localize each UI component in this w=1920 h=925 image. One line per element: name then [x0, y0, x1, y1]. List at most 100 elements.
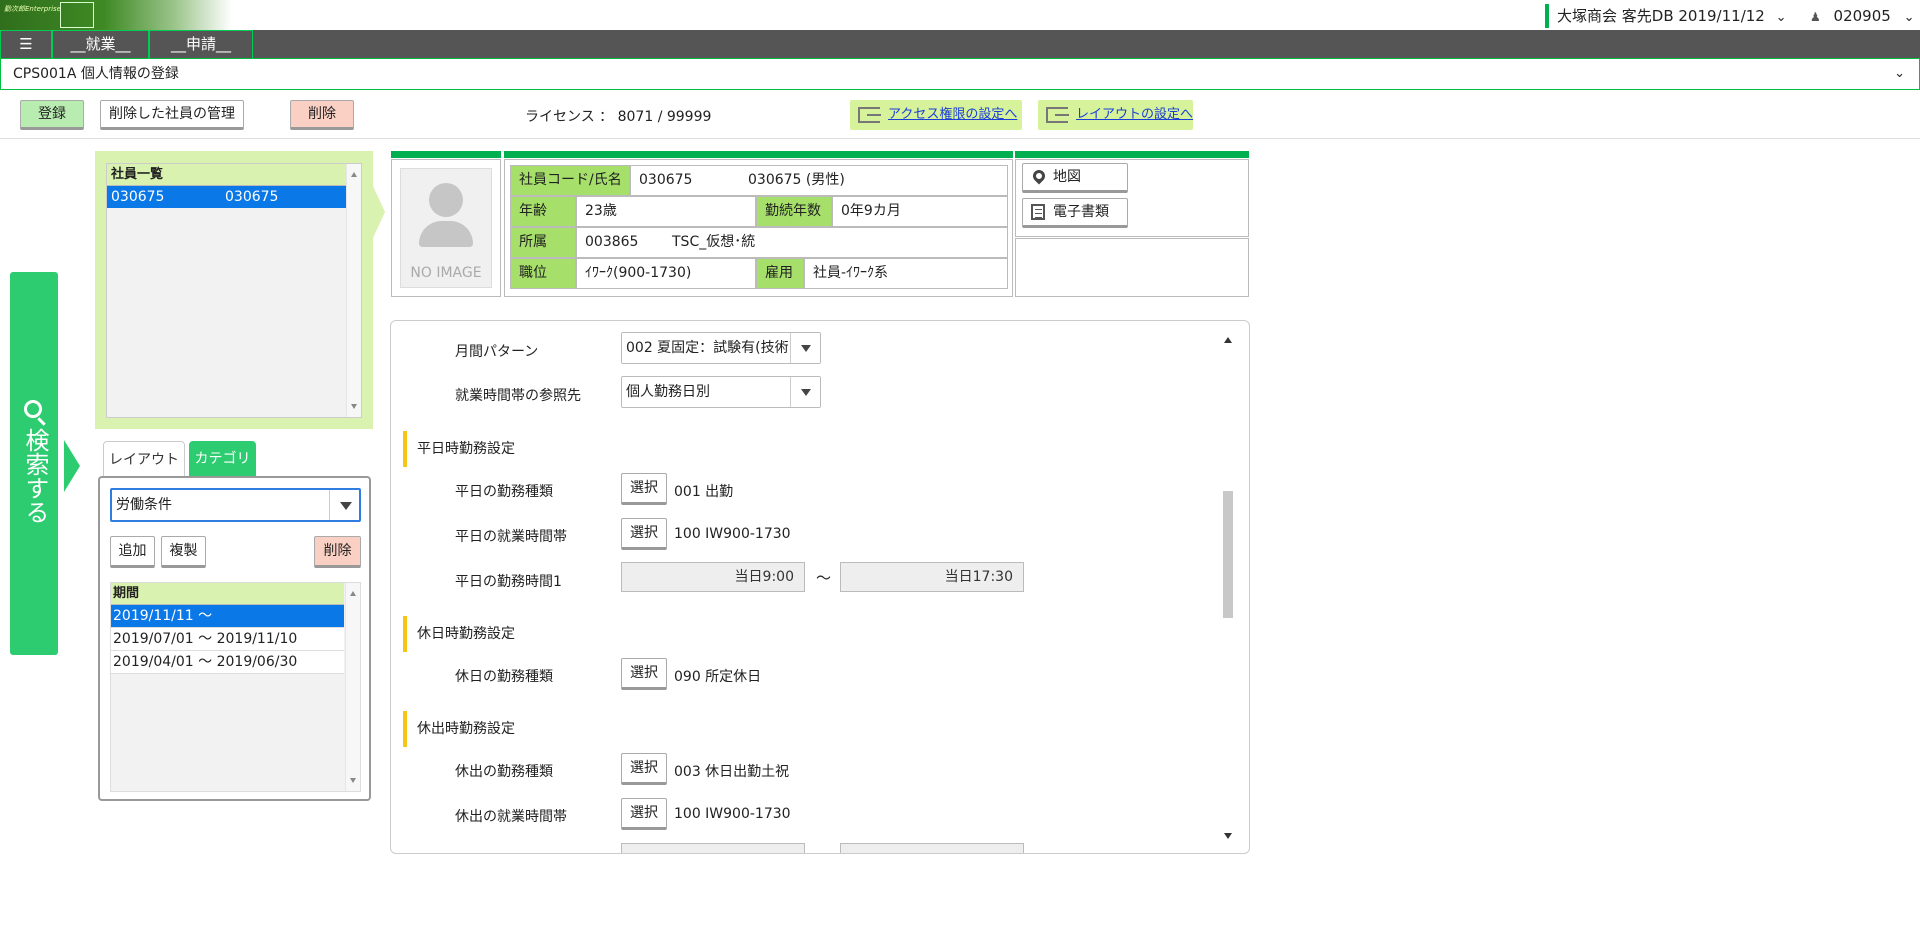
employee-name: 030675	[225, 189, 279, 205]
accent-bar	[391, 151, 501, 158]
period-row[interactable]: 2019/07/01 ～ 2019/11/10	[111, 628, 344, 651]
employee-photo[interactable]: NO IMAGE	[400, 168, 492, 288]
scroll-thumb[interactable]	[1223, 491, 1233, 618]
exit-door-icon	[1046, 107, 1069, 123]
register-button[interactable]: 登録	[20, 100, 84, 130]
employee-list-header: 社員一覧	[107, 164, 361, 186]
tab-layout[interactable]: レイアウト	[103, 441, 185, 477]
dept-label: 所属	[510, 227, 576, 258]
holiday-work-section-title: 休出時勤務設定	[403, 711, 515, 747]
weekday-start-time[interactable]: 当日9:00	[621, 562, 805, 592]
category-select[interactable]: 労働条件	[110, 488, 361, 522]
period-row[interactable]: 2019/04/01 ～ 2019/06/30	[111, 651, 344, 674]
category-delete-button[interactable]: 削除	[314, 536, 361, 568]
weekday-time-label: 平日の就業時間帯	[455, 529, 567, 545]
scroll-down-icon[interactable]	[351, 404, 357, 409]
holiday-work-type-label: 休出の勤務種類	[455, 764, 553, 780]
weekday-type-label: 平日の勤務種類	[455, 484, 553, 500]
dept-code-value: 003865	[576, 227, 660, 258]
weekday-end-time[interactable]: 当日17:30	[840, 562, 1024, 592]
weekday-section-title: 平日時勤務設定	[403, 431, 515, 467]
copy-button[interactable]: 複製	[161, 536, 206, 568]
holiday-work-time-label: 休出の就業時間帯	[455, 809, 567, 825]
documents-button[interactable]: 電子書類	[1022, 198, 1128, 228]
scroll-up-icon[interactable]	[351, 172, 357, 177]
monthly-pattern-value: 002 夏固定：試験有(技術	[626, 340, 789, 356]
search-panel-toggle[interactable]: 検索する	[10, 272, 58, 655]
holiday-work-type-value: 003 休日出勤土祝	[674, 764, 790, 780]
vertical-scrollbar[interactable]	[346, 164, 361, 417]
dropdown-arrow-icon[interactable]	[790, 333, 820, 363]
weekday-time-select-button[interactable]: 選択	[621, 518, 667, 550]
dept-name-value: TSC_仮想･統	[660, 227, 1008, 258]
period-row[interactable]: 2019/11/11 ～	[111, 605, 344, 628]
holiday-work-type-select-button[interactable]: 選択	[621, 753, 667, 785]
employment-value: 社員-ｲﾜｰｸ系	[804, 258, 1008, 289]
work-condition-settings-panel: 月間パターン 002 夏固定：試験有(技術 就業時間帯の参照先 個人勤務日別 平…	[390, 320, 1250, 854]
tab-category[interactable]: カテゴリ	[189, 441, 256, 477]
dropdown-arrow-icon[interactable]	[329, 490, 359, 520]
scroll-down-icon[interactable]	[1224, 833, 1232, 839]
delete-button[interactable]: 削除	[290, 100, 354, 130]
holiday-work-time-value: 100 IW900-1730	[674, 806, 791, 822]
hamburger-menu-button[interactable]: ☰	[0, 30, 52, 58]
holiday-type-value: 090 所定休日	[674, 669, 762, 685]
weekday-type-select-button[interactable]: 選択	[621, 473, 667, 505]
layout-settings-link-button[interactable]: レイアウトの設定へ	[1038, 100, 1193, 130]
screen-title-bar[interactable]: CPS001A 個人情報の登録 ⌄	[0, 58, 1920, 90]
logo-text: 勤次郎Enterprise	[4, 5, 62, 13]
menu-item-work[interactable]: __就業__	[52, 30, 149, 58]
chevron-down-icon: ⌄	[1775, 10, 1787, 25]
scroll-down-icon[interactable]	[350, 778, 356, 783]
access-settings-link[interactable]: アクセス権限の設定へ	[888, 107, 1017, 122]
add-button[interactable]: 追加	[110, 536, 155, 568]
period-header: 期間	[111, 583, 344, 605]
company-selector[interactable]: 大塚商会 客先DB 2019/11/12 ⌄	[1545, 4, 1787, 28]
period-list: 期間 2019/11/11 ～ 2019/07/01 ～ 2019/11/10 …	[110, 582, 361, 792]
time-ref-label: 就業時間帯の参照先	[455, 388, 581, 404]
accent-bar	[504, 151, 1013, 158]
no-image-label: NO IMAGE	[410, 265, 482, 281]
map-button[interactable]: 地図	[1022, 163, 1128, 193]
employee-code: 030675	[111, 189, 165, 205]
search-icon	[24, 400, 42, 418]
scroll-up-icon[interactable]	[350, 591, 356, 596]
partial-field[interactable]	[621, 843, 805, 853]
user-menu[interactable]: ♟ 020905 ⌄	[1810, 4, 1915, 30]
scroll-up-icon[interactable]	[1224, 337, 1232, 343]
chevron-down-icon[interactable]: ⌄	[1894, 59, 1905, 89]
vertical-scrollbar[interactable]	[345, 583, 360, 791]
employee-code-value: 030675	[630, 165, 744, 196]
map-pin-icon	[1030, 167, 1048, 185]
access-settings-link-button[interactable]: アクセス権限の設定へ	[850, 100, 1022, 130]
vertical-scrollbar[interactable]	[1221, 331, 1235, 843]
time-ref-select[interactable]: 個人勤務日別	[621, 376, 821, 408]
menu-item-application[interactable]: __申請__	[149, 30, 253, 58]
layout-settings-link[interactable]: レイアウトの設定へ	[1076, 107, 1193, 122]
employee-actions-box: 地図 電子書類	[1015, 159, 1249, 237]
holiday-work-time-select-button[interactable]: 選択	[621, 798, 667, 830]
app-logo[interactable]: 勤次郎Enterprise	[0, 0, 232, 30]
age-value: 23歳	[576, 196, 756, 227]
logo-mark-icon	[60, 2, 94, 28]
deleted-employees-button[interactable]: 削除した社員の管理	[100, 100, 244, 130]
partial-field[interactable]	[840, 843, 1024, 853]
range-tilde: ～	[816, 569, 832, 587]
holiday-section-title: 休日時勤務設定	[403, 616, 515, 652]
tenure-label: 勤続年数	[756, 196, 832, 227]
avatar-placeholder-body	[419, 221, 473, 247]
employment-label: 雇用	[756, 258, 804, 289]
dropdown-arrow-icon[interactable]	[790, 377, 820, 407]
category-select-value: 労働条件	[116, 497, 172, 513]
employee-list-row[interactable]: 030675 030675	[107, 186, 347, 208]
document-list-icon	[1031, 204, 1045, 220]
documents-button-label: 電子書類	[1053, 204, 1109, 220]
panel-arrow-icon	[373, 186, 385, 238]
monthly-pattern-label: 月間パターン	[455, 344, 539, 360]
employee-name-value: 030675 (男性)	[744, 165, 1008, 196]
top-header: 勤次郎Enterprise 大塚商会 客先DB 2019/11/12 ⌄ ♟ 0…	[0, 0, 1920, 30]
weekday-type-value: 001 出勤	[674, 484, 734, 500]
monthly-pattern-select[interactable]: 002 夏固定：試験有(技術	[621, 332, 821, 364]
avatar-placeholder-icon	[429, 183, 463, 217]
holiday-type-select-button[interactable]: 選択	[621, 658, 667, 690]
